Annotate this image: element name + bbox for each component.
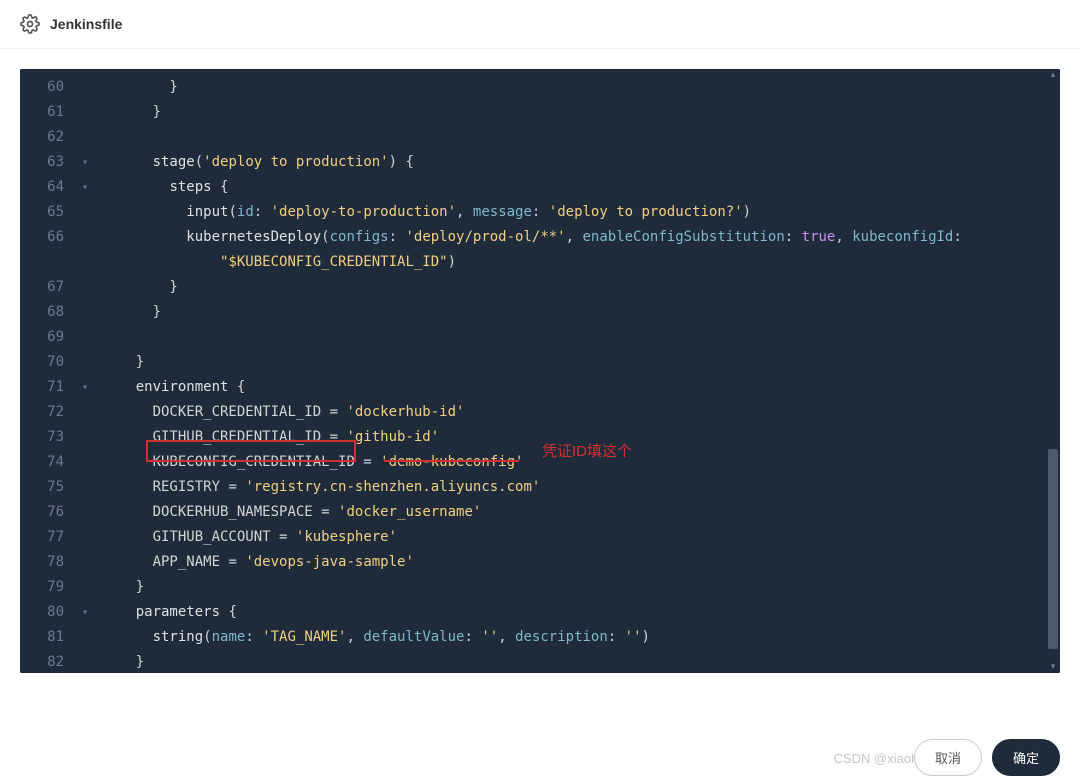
header: Jenkinsfile [0, 0, 1080, 48]
highlight-box [146, 440, 356, 462]
divider [0, 48, 1080, 49]
vertical-scrollbar[interactable]: ▴ ▾ [1046, 69, 1060, 673]
underline [384, 460, 519, 462]
scroll-down-icon[interactable]: ▾ [1048, 661, 1058, 673]
confirm-button[interactable]: 确定 [992, 739, 1060, 776]
footer: 取消 确定 [914, 739, 1060, 776]
scrollbar-thumb[interactable] [1048, 449, 1058, 649]
code-editor[interactable]: 6061626364656667686970717273747576777879… [20, 69, 1060, 673]
file-name: Jenkinsfile [50, 16, 122, 32]
annotation-text: 凭证ID填这个 [542, 440, 632, 461]
gear-icon [20, 14, 40, 34]
line-gutter: 6061626364656667686970717273747576777879… [20, 69, 76, 673]
code-area[interactable]: 凭证ID填这个 } } stage('deploy to production'… [94, 69, 1060, 673]
cancel-button[interactable]: 取消 [914, 739, 982, 776]
scroll-up-icon[interactable]: ▴ [1048, 69, 1058, 81]
fold-gutter[interactable]: ▾▾▾▾ [76, 69, 94, 673]
